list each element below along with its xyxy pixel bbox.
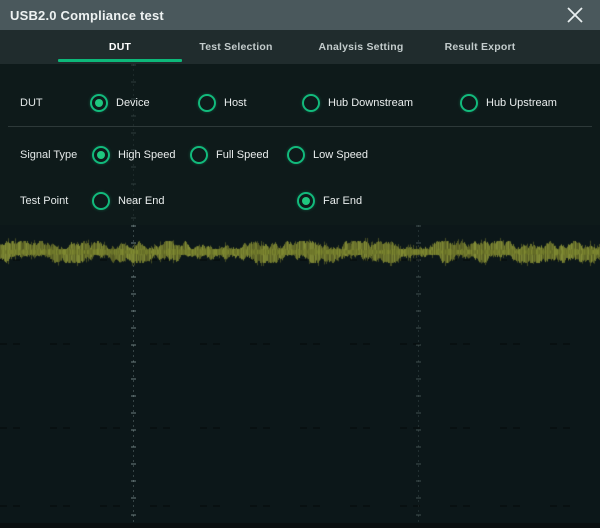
dialog-title: USB2.0 Compliance test: [0, 8, 164, 23]
radio-option-label: Device: [116, 97, 150, 109]
radio-button[interactable]: [302, 94, 320, 112]
radio-button-selected[interactable]: [90, 94, 108, 112]
settings-panel: DUT Device Host Hub Downstream Hub Upstream S…: [0, 64, 600, 225]
radio-option-label: Full Speed: [216, 149, 269, 161]
signal-trace: [0, 232, 600, 272]
radio-option-label: Hub Downstream: [328, 97, 413, 109]
tab-analysis-setting[interactable]: Analysis Setting: [299, 30, 423, 64]
section-divider: [8, 126, 592, 127]
tab-dut[interactable]: DUT: [58, 30, 182, 64]
radio-button[interactable]: [92, 192, 110, 210]
tab-label: Result Export: [445, 41, 516, 53]
tab-result-export[interactable]: Result Export: [418, 30, 542, 64]
radio-button-selected[interactable]: [297, 192, 315, 210]
graticule-hline-3: [0, 427, 600, 429]
tab-label: Analysis Setting: [319, 41, 404, 53]
usb-compliance-dialog: USB2.0 Compliance test DUT Test Selection…: [0, 0, 600, 528]
radio-option-label: High Speed: [118, 149, 176, 161]
form-row-dut: DUT Device Host Hub Downstream Hub Upstream: [0, 91, 600, 115]
radio-button[interactable]: [287, 146, 305, 164]
row-label: Test Point: [20, 189, 68, 213]
tab-label: Test Selection: [199, 41, 272, 53]
radio-button[interactable]: [198, 94, 216, 112]
tab-label: DUT: [109, 41, 131, 53]
waveform-display: [0, 225, 600, 523]
radio-option-device[interactable]: Device: [90, 94, 150, 112]
row-label: Signal Type: [20, 143, 77, 167]
radio-dot: [95, 99, 103, 107]
radio-option-label: Hub Upstream: [486, 97, 557, 109]
radio-option-high-speed[interactable]: High Speed: [92, 146, 176, 164]
form-row-signal-type: Signal Type High Speed Full Speed Low Speed: [0, 143, 600, 167]
radio-option-label: Low Speed: [313, 149, 368, 161]
radio-option-low-speed[interactable]: Low Speed: [287, 146, 368, 164]
radio-option-far-end[interactable]: Far End: [297, 192, 362, 210]
close-icon: [566, 6, 584, 24]
radio-option-label: Host: [224, 97, 247, 109]
graticule-hline-2: [0, 343, 600, 345]
radio-dot: [97, 151, 105, 159]
row-label: DUT: [20, 91, 43, 115]
radio-button[interactable]: [190, 146, 208, 164]
radio-option-host[interactable]: Host: [198, 94, 247, 112]
bottom-edge: [0, 523, 600, 528]
radio-button-selected[interactable]: [92, 146, 110, 164]
close-button[interactable]: [558, 0, 592, 30]
radio-option-near-end[interactable]: Near End: [92, 192, 164, 210]
radio-option-hub-upstream[interactable]: Hub Upstream: [460, 94, 557, 112]
dialog-title-bar: USB2.0 Compliance test: [0, 0, 600, 30]
radio-option-hub-downstream[interactable]: Hub Downstream: [302, 94, 413, 112]
graticule-hline-4: [0, 505, 600, 507]
radio-option-label: Near End: [118, 195, 164, 207]
tab-bar: DUT Test Selection Analysis Setting Result …: [0, 30, 600, 64]
form-row-test-point: Test Point Near End Far End: [0, 189, 600, 213]
radio-option-full-speed[interactable]: Full Speed: [190, 146, 269, 164]
active-tab-underline: [58, 59, 182, 62]
radio-option-label: Far End: [323, 195, 362, 207]
radio-dot: [302, 197, 310, 205]
radio-button[interactable]: [460, 94, 478, 112]
tab-test-selection[interactable]: Test Selection: [174, 30, 298, 64]
